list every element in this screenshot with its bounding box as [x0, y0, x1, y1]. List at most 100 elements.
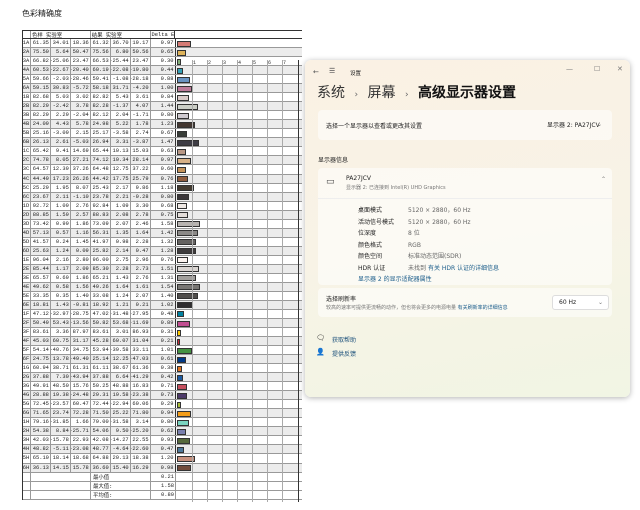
table-row: 3B 82.29 2.29 -2.04 82.12 2.04 -1.71 0.80 [23, 111, 302, 121]
delta-e-bar [176, 103, 199, 110]
delta-e-bar [176, 465, 192, 471]
table-row: 1F 47.12 -32.97 -28.75 47.02 -31.48 -27.95 0.48 [23, 309, 302, 319]
delta-e-bar [176, 212, 188, 219]
table-row: 1D 92.72 1.09 2.76 92.84 1.09 3.30 0.68 [23, 201, 302, 211]
info-color-format: 颜色格式 RGB [358, 241, 421, 249]
delta-e-bar [176, 275, 197, 282]
delta-e-bar [176, 374, 183, 381]
chart-tick: 4 [238, 60, 242, 66]
monitor-name: PA27JCV [346, 175, 372, 182]
table-row: 3E 65.57 0.69 1.86 65.21 1.43 2.76 1.31 [23, 273, 302, 283]
delta-e-bar [176, 383, 188, 390]
close-button[interactable]: ✕ [617, 65, 623, 73]
delta-e-bar [176, 311, 184, 318]
table-row: 5F 54.14 -40.76 34.75 53.94 -39.58 33.11 1.01 [23, 346, 302, 356]
refresh-rate-link[interactable]: 有关刷新率的详细信息 [458, 305, 508, 311]
delta-e-bar [176, 148, 186, 155]
delta-e-bar [176, 112, 189, 119]
table-row: 6F 24.75 13.78 -49.40 25.14 12.25 -47.03 0.61 [23, 355, 302, 365]
delta-e-bar [176, 221, 201, 228]
table-row: 5D 41.57 0.24 1.45 41.97 0.98 2.28 1.32 [23, 237, 302, 247]
table-row: 6H 36.13 14.15 15.78 36.60 15.40 16.29 0.98 [23, 463, 302, 473]
chevron-right-icon: › [404, 90, 409, 100]
delta-e-bar [176, 392, 188, 399]
chart-gridline [192, 60, 193, 502]
table-row: 6D 25.63 1.24 0.09 25.82 2.14 0.47 1.28 [23, 246, 302, 256]
table-header: 色样 实验室 结果 实验室 Delta E [23, 30, 302, 40]
chart-gridline [252, 60, 253, 502]
chart-tick: 5 [253, 60, 257, 66]
refresh-rate-title: 选择刷新率 [326, 296, 357, 303]
delta-e-bar [176, 157, 192, 164]
display-info-card: ▭ PA27JCV 显示器 2: 已连接到 Intel(R) UHD Graph… [318, 168, 612, 285]
delta-e-bar [176, 266, 200, 273]
table-row: 2E 85.44 1.17 2.09 85.30 2.28 2.73 1.51 [23, 264, 302, 274]
get-help-link[interactable]: 获取帮助 [332, 335, 356, 344]
delta-e-bar [176, 239, 197, 246]
delta-e-bar [176, 347, 192, 354]
table-row: 1B 82.68 5.03 3.02 82.82 5.43 3.61 0.84 [23, 93, 302, 103]
display-dropdown[interactable]: 显示器 2: PA27JCV ⌄ [540, 117, 608, 132]
chevron-right-icon: › [354, 90, 359, 100]
table-row: 1C 65.42 9.41 14.69 65.44 10.13 15.03 0.63 [23, 147, 302, 157]
settings-window: ← ☰ 设置 — ☐ ✕ 系统 › 屏幕 › 高级显示器设置 选择一个显示器以查… [305, 60, 630, 397]
info-desktop-mode: 桌面模式 5120 × 2880，60 Hz [358, 207, 471, 214]
table-row: 5B 25.16 -3.09 2.15 25.17 -3.58 2.74 0.67 [23, 129, 302, 139]
delta-e-bar [176, 176, 188, 182]
breadcrumb-system[interactable]: 系统 [317, 85, 345, 101]
refresh-rate-dropdown[interactable]: 60 Hz ⌄ [552, 295, 609, 310]
breadcrumb-display[interactable]: 屏幕 [368, 85, 396, 101]
table-row: 4E 49.62 0.58 1.56 49.26 1.64 1.61 1.54 [23, 282, 302, 292]
delta-e-bar [176, 302, 192, 309]
info-color-space: 颜色空间 标准动态范围(SDR) [358, 253, 462, 260]
table-row: 1A 61.35 34.01 18.36 61.32 36.70 19.17 0.97 [23, 39, 302, 49]
table-row: 3F 83.61 3.36 87.97 83.61 3.01 86.93 0.31 [23, 328, 302, 338]
menu-icon[interactable]: ☰ [329, 67, 335, 75]
delta-e-bar [176, 338, 180, 345]
delta-e-bar [176, 320, 190, 327]
chart-gridline [207, 60, 208, 502]
chevron-down-icon: ⌄ [597, 299, 603, 306]
table-row: 5H 65.10 18.14 18.68 64.88 20.13 18.38 1.20 [23, 454, 302, 464]
table-row: 4H 48.82 -5.11 -23.08 48.77 -4.64 -22.60 0.47 [23, 445, 302, 455]
info-signal-mode: 活动信号模式 5120 × 2880，60 Hz [358, 218, 471, 226]
chevron-up-icon[interactable]: ⌃ [601, 176, 606, 183]
chart-gridline [267, 60, 268, 502]
chart-tick: 3 [223, 60, 227, 66]
chart-gridline [222, 60, 223, 502]
delta-e-bar [176, 40, 192, 47]
table-row: 6C 23.67 2.11 -1.10 23.78 2.21 -0.28 0.80 [23, 192, 302, 202]
delta-e-bar [176, 130, 187, 137]
delta-e-bar [176, 356, 186, 363]
back-icon[interactable]: ← [313, 68, 319, 76]
delta-e-bar [176, 419, 189, 426]
chart-gridline [237, 60, 238, 502]
table-row: 1G 60.94 38.71 61.31 61.11 38.67 61.36 0.38 [23, 364, 302, 374]
table-row: 3G 49.91 48.50 15.76 50.25 48.88 16.83 0.71 [23, 382, 302, 392]
app-title: 设置 [350, 71, 362, 77]
summary-row: 最大值: 1.58 [23, 481, 302, 491]
section-label: 显示器信息 [318, 157, 349, 164]
table-row: 3H 42.03 -15.78 22.93 42.08 -14.27 22.55 0.93 [23, 436, 302, 446]
delta-e-bar [176, 85, 192, 92]
table-row: 4B 24.09 4.43 5.78 24.98 5.22 1.78 1.23 [23, 120, 302, 130]
delta-e-bar [176, 437, 191, 444]
delta-e-bar [176, 194, 189, 201]
hdr-details-link[interactable]: 有关 HDR 认证的详细信息 [428, 265, 499, 272]
delta-e-bar [176, 58, 182, 65]
delta-e-bar [176, 329, 182, 336]
table-row: 4D 57.13 0.57 1.16 56.31 1.35 1.64 1.42 [23, 228, 302, 238]
table-row: 5G 72.45 -23.57 60.47 72.44 -22.94 60.06 0.29 [23, 400, 302, 410]
refresh-rate-desc: 较高的速率可提供更流畅的动作，但也将会更多的电源电量 有关刷新率的详细信息 [326, 305, 508, 311]
table-row: 4A 60.53 -22.67 -20.40 60.19 -22.08 -19.80 0.44 [23, 66, 302, 76]
maximize-button[interactable]: ☐ [594, 65, 600, 73]
refresh-rate-card: 选择刷新率 较高的速率可提供更流畅的动作，但也将会更多的电源电量 有关刷新率的详… [318, 288, 612, 317]
minimize-button[interactable]: — [566, 65, 573, 73]
table-row: 4C 44.49 17.23 26.26 44.42 17.75 25.79 0.76 [23, 174, 302, 184]
chart-tick: 6 [268, 60, 272, 66]
feedback-icon: 👤 [316, 348, 325, 356]
table-row: 5C 25.29 1.95 8.07 25.43 2.17 9.86 1.18 [23, 183, 302, 193]
delta-e-bar [176, 257, 188, 264]
adapter-properties-link[interactable]: 显示器 2 的显示适配器属性 [358, 274, 432, 283]
feedback-link[interactable]: 提供反馈 [332, 349, 356, 358]
